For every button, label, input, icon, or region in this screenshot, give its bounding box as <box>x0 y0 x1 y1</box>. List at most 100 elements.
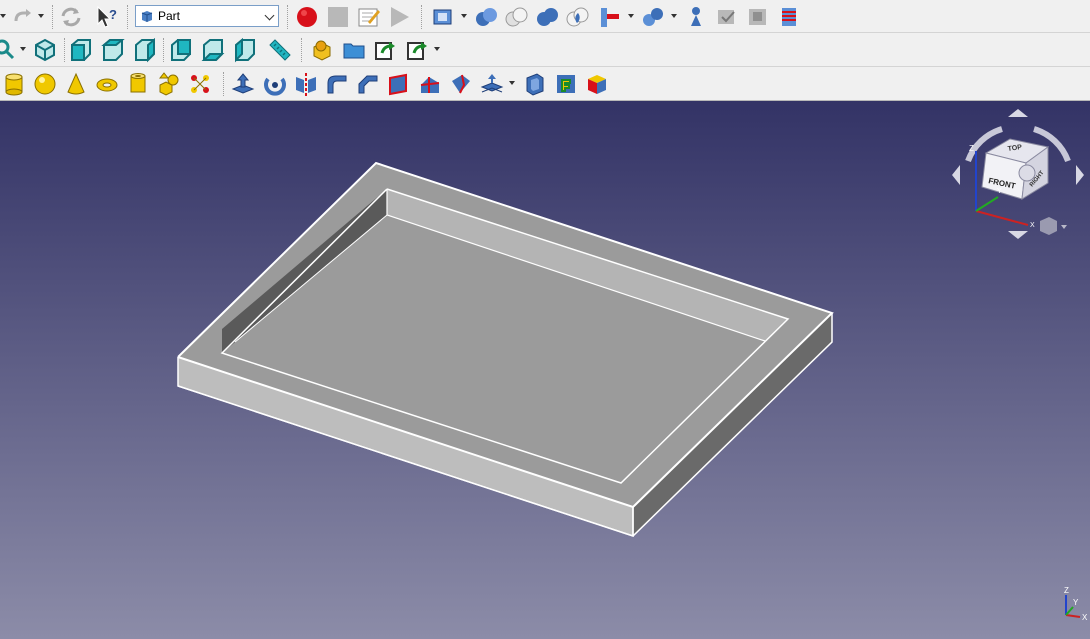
extrude-icon <box>231 73 255 94</box>
compound-dropdown[interactable] <box>671 14 677 18</box>
revolve-icon <box>264 77 286 96</box>
view-std-dropdown[interactable] <box>461 14 467 18</box>
redo-dropdown[interactable] <box>38 14 44 18</box>
view-front-button[interactable] <box>68 37 94 63</box>
viewport-canvas[interactable]: TOP FRONT RIGHT Z Y X Z Y X <box>0 101 1090 639</box>
link-button[interactable] <box>372 37 398 63</box>
view-right-button[interactable] <box>132 37 158 63</box>
view-std-button[interactable] <box>430 4 456 30</box>
nav-right-arrow[interactable] <box>1076 165 1084 185</box>
shape-builder-button-2[interactable] <box>187 71 213 97</box>
part-icon <box>313 40 331 61</box>
whats-this-icon: ? <box>97 5 117 28</box>
offset-icon <box>480 74 504 93</box>
view-front-icon <box>71 39 91 61</box>
offset-button[interactable] <box>479 71 505 97</box>
view-rear-icon <box>171 39 191 61</box>
refresh-icon <box>61 7 81 27</box>
frame-model[interactable] <box>177 161 834 538</box>
3d-viewport[interactable]: TOP FRONT RIGHT Z Y X Z Y X <box>0 101 1090 639</box>
common-button[interactable] <box>564 4 590 30</box>
cut-button[interactable] <box>503 4 529 30</box>
nav-cube-menu-dropdown[interactable] <box>1061 225 1067 229</box>
mirror-icon <box>296 73 316 96</box>
shape-builder-button[interactable] <box>683 4 709 30</box>
projection-icon <box>557 75 575 93</box>
zoom-icon <box>0 39 15 60</box>
compound-button[interactable] <box>640 4 666 30</box>
chamfer-button[interactable] <box>355 71 381 97</box>
torus-button[interactable] <box>94 71 120 97</box>
macro-edit-button[interactable] <box>356 4 382 30</box>
svg-text:?: ? <box>109 7 117 22</box>
axis-indicator: Z Y X <box>1064 586 1088 622</box>
navigation-cube[interactable]: TOP FRONT RIGHT Z Y X <box>952 109 1084 239</box>
refresh-button[interactable] <box>58 4 84 30</box>
nav-down-arrow[interactable] <box>1008 231 1028 239</box>
separator <box>64 38 65 62</box>
compound-icon <box>643 8 663 26</box>
separator <box>163 38 164 62</box>
macro-stop-button[interactable] <box>325 4 351 30</box>
nav-up-arrow[interactable] <box>1008 109 1028 117</box>
view-isometric-icon <box>35 38 55 62</box>
undo-dropdown[interactable] <box>0 14 6 18</box>
redo-button[interactable] <box>10 4 36 30</box>
macro-stop-icon <box>328 7 348 27</box>
view-left-button[interactable] <box>232 37 258 63</box>
link-actions-dropdown[interactable] <box>434 47 440 51</box>
ruled-surface-button[interactable] <box>417 71 443 97</box>
view-top-button[interactable] <box>100 37 126 63</box>
primitives-button[interactable] <box>156 71 182 97</box>
fillet-button[interactable] <box>324 71 350 97</box>
view-isometric-button[interactable] <box>32 37 58 63</box>
sphere-icon <box>34 73 56 95</box>
view-rear-button[interactable] <box>168 37 194 63</box>
toolbar-top: ? Part <box>0 0 1090 33</box>
macro-run-button[interactable] <box>386 4 412 30</box>
mirror-button[interactable] <box>293 71 319 97</box>
macro-record-button[interactable] <box>294 4 320 30</box>
group-button[interactable] <box>341 37 367 63</box>
workbench-selector[interactable]: Part <box>135 5 279 27</box>
zoom-dropdown[interactable] <box>20 47 26 51</box>
section-dropdown[interactable] <box>628 14 634 18</box>
macro-record-icon <box>297 7 317 27</box>
nav-left-arrow[interactable] <box>952 165 960 185</box>
make-face-button[interactable] <box>386 71 412 97</box>
primitives-icon <box>158 72 179 96</box>
thickness-button[interactable] <box>776 4 802 30</box>
section-button[interactable] <box>597 4 623 30</box>
nav-cube-menu-icon[interactable] <box>1040 217 1057 235</box>
cone-button[interactable] <box>63 71 89 97</box>
chevron-down-icon <box>264 10 275 21</box>
measure-button[interactable] <box>267 37 293 63</box>
tube-button[interactable] <box>125 71 151 97</box>
cylinder-button[interactable] <box>1 71 27 97</box>
link-actions-icon <box>407 42 427 60</box>
offset-dropdown[interactable] <box>509 81 515 85</box>
loft-button[interactable] <box>448 71 474 97</box>
defeaturing-button[interactable] <box>745 4 771 30</box>
extrude-button[interactable] <box>230 71 256 97</box>
thickness-button-2[interactable] <box>522 71 548 97</box>
boolean-button[interactable] <box>473 4 499 30</box>
view-bottom-button[interactable] <box>200 37 226 63</box>
section-icon <box>601 8 619 27</box>
projection-button[interactable] <box>553 71 579 97</box>
zoom-button[interactable] <box>0 37 18 63</box>
color-per-face-icon <box>588 75 606 94</box>
nav-cube-x-axis <box>975 210 1029 226</box>
revolve-button[interactable] <box>262 71 288 97</box>
check-geometry-button[interactable] <box>714 4 740 30</box>
nav-cube-z-label: Z <box>969 144 974 153</box>
color-per-face-button[interactable] <box>584 71 610 97</box>
boolean-icon <box>476 8 497 26</box>
whats-this-button[interactable]: ? <box>94 4 120 30</box>
part-button[interactable] <box>309 37 335 63</box>
macro-edit-icon <box>358 8 380 27</box>
fuse-button[interactable] <box>534 4 560 30</box>
link-actions-button[interactable] <box>404 37 430 63</box>
sphere-button[interactable] <box>32 71 58 97</box>
cone-icon <box>67 72 85 95</box>
